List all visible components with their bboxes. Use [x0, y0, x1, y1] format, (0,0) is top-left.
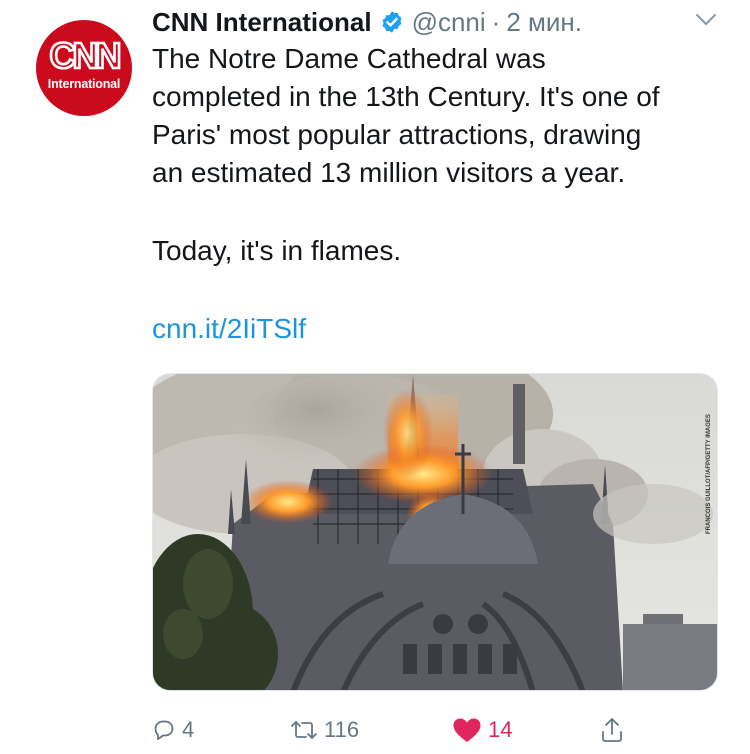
retweet-button[interactable]: 116	[290, 712, 359, 748]
heart-icon	[453, 718, 481, 742]
reply-icon	[154, 720, 174, 740]
chevron-down-icon[interactable]	[694, 12, 718, 28]
share-icon	[602, 718, 622, 742]
tweet-text: The Notre Dame Cathedral was completed i…	[152, 40, 732, 192]
reply-button[interactable]: 4	[152, 712, 194, 748]
retweet-icon	[291, 721, 317, 739]
tweet-text-line: completed in the 13th Century. It's one …	[152, 81, 660, 112]
tweet-text-line: an estimated 13 million visitors a year.	[152, 157, 626, 188]
timestamp[interactable]: 2 мин.	[506, 7, 582, 38]
display-name[interactable]: CNN International	[152, 7, 372, 38]
retweet-count: 116	[324, 717, 360, 742]
tweet-actions: 4 116 14	[152, 712, 652, 748]
verified-badge-icon	[382, 11, 402, 33]
svg-text:CNN: CNN	[50, 35, 120, 74]
tweet-text-line: Paris' most popular attractions, drawing	[152, 119, 642, 150]
tweet-text-line: The Notre Dame Cathedral was	[152, 43, 546, 74]
reply-count: 4	[182, 717, 195, 742]
handle[interactable]: @cnni	[412, 7, 486, 38]
avatar[interactable]: CNN International	[36, 20, 132, 116]
svg-text:FRANCOIS GUILLOT/AFP/GETTY IMA: FRANCOIS GUILLOT/AFP/GETTY IMAGES	[706, 414, 712, 534]
separator: ·	[491, 6, 501, 37]
tweet-photo[interactable]: FRANCOIS GUILLOT/AFP/GETTY IMAGES	[152, 373, 718, 691]
cnn-avatar-logo: CNN	[48, 34, 124, 74]
like-button[interactable]: 14	[452, 712, 512, 748]
share-button[interactable]	[600, 712, 630, 748]
like-count: 14	[488, 717, 513, 742]
tweet-text-paragraph: Today, it's in flames.	[152, 235, 402, 266]
photo-credit: FRANCOIS GUILLOT/AFP/GETTY IMAGES	[706, 414, 712, 534]
tweet-header: CNN International @cnni · 2 мин.	[152, 4, 582, 40]
avatar-subtitle: International	[47, 77, 121, 91]
notre-dame-fire-image	[153, 374, 717, 690]
tweet-link[interactable]: cnn.it/2IiTSlf	[152, 310, 306, 348]
